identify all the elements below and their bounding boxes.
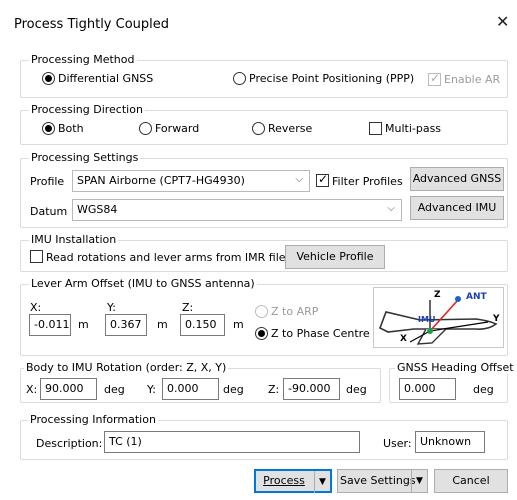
diagram-z-label: Z	[434, 290, 441, 300]
processing-settings-title: Processing Settings	[29, 151, 141, 164]
description-label: Description:	[36, 437, 103, 450]
advanced-gnss-button[interactable]: Advanced GNSS	[410, 167, 504, 191]
multipass-checkbox[interactable]	[369, 122, 382, 135]
chevron-down-icon: ⌵	[295, 174, 303, 185]
lever-z-unit: m	[233, 318, 244, 331]
imu-installation-title: IMU Installation	[29, 233, 119, 246]
title-bar: Process Tightly Coupled ✕	[0, 0, 517, 44]
chevron-down-icon: ⌵	[387, 203, 395, 214]
lever-y-unit: m	[157, 318, 168, 331]
lever-z-label: Z:	[182, 301, 194, 314]
diagram-x-label: X	[400, 334, 407, 344]
datum-select[interactable]: WGS84 ⌵	[72, 199, 402, 221]
radio-ppp[interactable]	[233, 72, 246, 85]
lever-arm-diagram: Z ANT IMU Y X	[373, 287, 504, 348]
save-settings-dropdown-icon[interactable]: ▼	[411, 470, 427, 492]
save-settings-button[interactable]: Save Settings ▼	[337, 469, 428, 493]
advanced-imu-button[interactable]: Advanced IMU	[410, 196, 504, 220]
lever-y-label: Y:	[107, 301, 116, 314]
z-to-arp-label[interactable]: Z to ARP	[271, 305, 318, 318]
diagram-imu-label: IMU	[418, 315, 436, 324]
z-to-phase-centre-label[interactable]: Z to Phase Centre	[271, 327, 370, 340]
datum-label: Datum	[30, 205, 68, 218]
process-dropdown-icon[interactable]: ▼	[314, 471, 330, 493]
diagram-ant-label: ANT	[466, 292, 487, 302]
enable-ar-label: Enable AR	[444, 73, 501, 86]
profile-label: Profile	[30, 175, 65, 188]
process-label: Process	[263, 474, 305, 487]
rot-x-unit: deg	[104, 383, 125, 396]
save-settings-label: Save Settings	[340, 474, 416, 487]
filter-profiles-label[interactable]: Filter Profiles	[332, 175, 403, 188]
radio-both-label[interactable]: Both	[58, 122, 84, 135]
lever-z-input[interactable]: 0.150	[180, 314, 225, 336]
processing-direction-title: Processing Direction	[29, 103, 145, 116]
user-label: User:	[383, 437, 412, 450]
profile-select[interactable]: SPAN Airborne (CPT7-HG4930) ⌵	[72, 170, 310, 192]
cancel-button[interactable]: Cancel	[434, 469, 508, 493]
radio-z-to-phase-centre[interactable]	[255, 327, 268, 340]
process-button[interactable]: Process ▼	[254, 469, 332, 493]
filter-profiles-checkbox[interactable]	[316, 172, 329, 187]
radio-differential-gnss[interactable]	[42, 72, 55, 85]
lever-x-unit: m	[78, 318, 89, 331]
radio-ppp-label[interactable]: Precise Point Positioning (PPP)	[249, 72, 414, 85]
enable-ar-checkbox	[428, 71, 441, 86]
read-rotations-label[interactable]: Read rotations and lever arms from IMR f…	[46, 251, 286, 264]
rot-y-input[interactable]: 0.000	[162, 378, 219, 400]
lever-x-input[interactable]: -0.011	[29, 314, 71, 336]
gnss-heading-title: GNSS Heading Offset	[395, 361, 516, 374]
rot-x-input[interactable]: 90.000	[40, 378, 97, 400]
radio-forward[interactable]	[139, 122, 152, 135]
radio-z-to-arp[interactable]	[255, 305, 268, 318]
window-title: Process Tightly Coupled	[14, 17, 170, 32]
radio-forward-label[interactable]: Forward	[155, 122, 199, 135]
read-rotations-checkbox[interactable]	[30, 250, 43, 263]
body-rotation-title: Body to IMU Rotation (order: Z, X, Y)	[24, 361, 229, 374]
rot-z-label: Z:	[268, 383, 280, 396]
multipass-label[interactable]: Multi-pass	[385, 122, 441, 135]
processing-method-title: Processing Method	[29, 53, 137, 66]
radio-reverse-label[interactable]: Reverse	[268, 122, 312, 135]
radio-both[interactable]	[42, 122, 55, 135]
user-input[interactable]: Unknown	[415, 431, 485, 453]
processing-info-title: Processing Information	[28, 413, 158, 426]
rot-z-unit: deg	[346, 383, 367, 396]
radio-differential-gnss-label[interactable]: Differential GNSS	[58, 72, 153, 85]
gnss-heading-unit: deg	[473, 383, 494, 396]
datum-value: WGS84	[77, 203, 118, 216]
vehicle-profile-button[interactable]: Vehicle Profile	[285, 245, 385, 269]
description-input[interactable]: TC (1)	[104, 431, 360, 453]
gnss-heading-input[interactable]: 0.000	[399, 378, 456, 400]
rot-x-label: X:	[26, 383, 38, 396]
rot-y-unit: deg	[223, 383, 244, 396]
rot-z-input[interactable]: -90.000	[283, 378, 340, 400]
radio-reverse[interactable]	[252, 122, 265, 135]
lever-arm-title: Lever Arm Offset (IMU to GNSS antenna)	[29, 277, 257, 290]
close-icon[interactable]: ✕	[496, 14, 509, 30]
lever-y-input[interactable]: 0.367	[105, 314, 147, 336]
lever-x-label: X:	[30, 301, 42, 314]
rot-y-label: Y:	[147, 383, 156, 396]
diagram-y-label: Y	[493, 314, 500, 324]
profile-value: SPAN Airborne (CPT7-HG4930)	[77, 174, 245, 187]
